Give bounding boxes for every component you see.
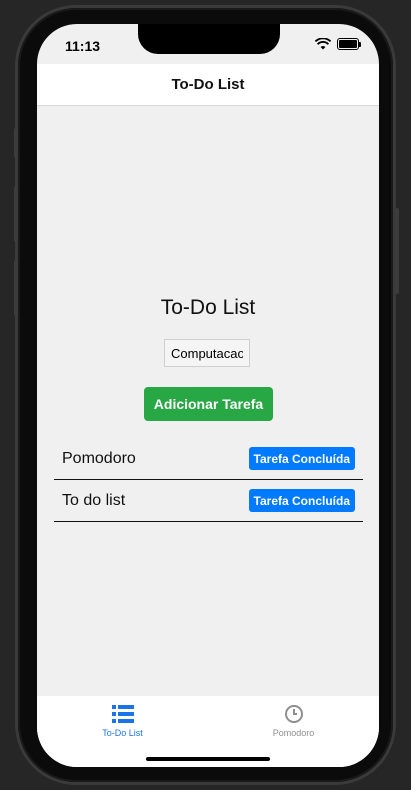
task-name: Pomodoro [62,449,136,467]
task-row: Pomodoro Tarefa Concluída [54,438,363,480]
content-area: To-Do List Adicionar Tarefa Pomodoro Tar… [37,106,379,696]
battery-icon [337,38,361,50]
task-list: Pomodoro Tarefa Concluída To do list Tar… [54,438,363,522]
list-icon [111,705,134,723]
task-complete-button[interactable]: Tarefa Concluída [248,447,355,470]
volume-down-button [14,260,18,316]
screen: 11:13 To-Do List To-Do List Adicionar Ta… [37,24,379,767]
task-name: To do list [62,491,126,509]
notch [138,24,280,54]
clock-icon [284,705,303,723]
power-button [395,208,399,294]
volume-up-button [14,186,18,242]
home-indicator[interactable] [146,757,270,761]
page-title: To-Do List [160,296,256,319]
tab-label: Pomodoro [272,728,315,738]
task-row: To do list Tarefa Concluída [54,480,363,522]
add-task-button[interactable]: Adicionar Tarefa [144,387,273,421]
task-input[interactable] [164,339,250,367]
mute-switch [14,128,18,158]
tab-label: To-Do List [102,728,143,738]
task-complete-button[interactable]: Tarefa Concluída [248,489,355,512]
nav-title: To-Do List [171,76,245,93]
wifi-icon [315,38,331,50]
navigation-bar: To-Do List [37,64,379,106]
status-time: 11:13 [65,38,101,54]
status-icons [315,38,361,50]
